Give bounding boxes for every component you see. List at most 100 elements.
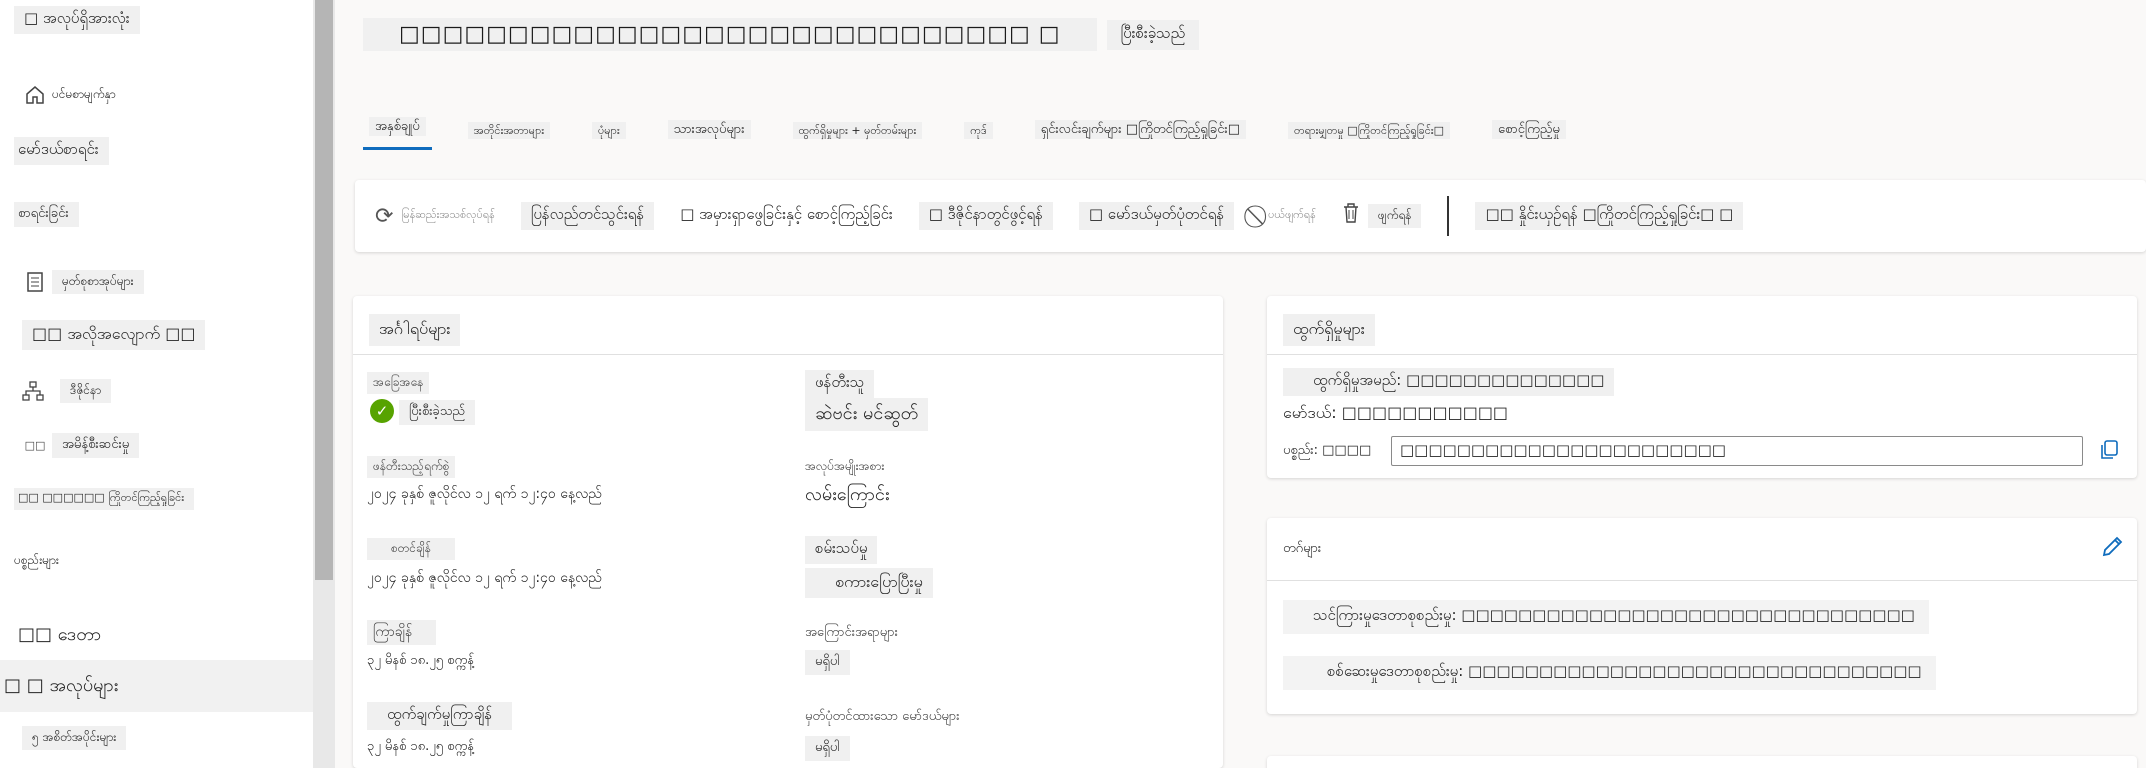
- outputs-card: ထွက်ရှိမှုများ ထွက်ရှိမှုအမည်: □□□□□□□□□…: [1267, 296, 2137, 478]
- tab-outputs-logs[interactable]: ထွက်ရှိမှုများ + မှတ်တမ်းများ: [787, 120, 929, 150]
- tab-overview[interactable]: အနှစ်ချုပ်: [363, 114, 432, 150]
- tag-validation-dataset[interactable]: စစ်ဆေးမှုဒေတာစုစည်းမှု: □□□□□□□□□□□□□□□□…: [1283, 656, 1936, 690]
- sidebar-item-label: မော်ဒယ်စာရင်း: [14, 137, 109, 165]
- resubmit-button[interactable]: ပြန်လည်တင်သွင်းရန်: [520, 202, 655, 230]
- sidebar-item-label: အမိန့်စီးဆင်းမှု: [52, 432, 140, 458]
- sidebar-item-label: □□ အလိုအလျောက် □□: [22, 320, 206, 350]
- trash-icon: [1342, 202, 1360, 230]
- output-name: ထွက်ရှိမှုအမည်: □□□□□□□□□□□□□□: [1283, 368, 1615, 396]
- tab-monitoring[interactable]: စောင့်ကြည့်မှု: [1486, 117, 1572, 150]
- sidebar-item-automl[interactable]: □□ အလိုအလျောက် □□: [22, 320, 206, 350]
- success-check-icon: ✓: [370, 399, 394, 423]
- sidebar-item-jobs-active[interactable]: □ □ အလုပ်များ: [0, 660, 313, 712]
- open-designer-button[interactable]: □ ဒီဇိုင်နာတွင်ဖွင့်ရန်: [918, 202, 1053, 230]
- properties-title: အင်္ဂါရပ်များ: [369, 314, 461, 346]
- experiment-label: စမ်းသပ်မှု: [805, 536, 878, 564]
- sidebar-item-designer[interactable]: ဒီဇိုင်နာ: [16, 376, 112, 406]
- sidebar-item-home[interactable]: ပင်မစာမျက်နှာ: [18, 80, 116, 110]
- last-duration-value: ၃၂ မိနစ် ၁၈.၂၅ စက္ကန့်: [367, 739, 474, 754]
- compare-preview-button[interactable]: □□ နှိုင်းယှဉ်ရန် □ကြိုတင်ကြည့်ရှုခြင်း□…: [1475, 202, 1744, 230]
- tab-label: ကုဒ်: [964, 122, 993, 139]
- refresh-button[interactable]: ⟳ မြန်ဆည်းအသစ်လုပ်ရန်: [375, 204, 495, 229]
- registered-models-value: မရှိပါ: [805, 736, 850, 761]
- open-designer-label: □ ဒီဇိုင်နာတွင်ဖွင့်ရန်: [918, 202, 1053, 230]
- tab-code[interactable]: ကုဒ်: [958, 120, 999, 150]
- sidebar-item-pipelines[interactable]: □□ အမိန့်စီးဆင်းမှု: [18, 430, 140, 460]
- tab-label: ပုံများ: [592, 122, 626, 139]
- sidebar-item-label: □□ ဒေတာ: [18, 624, 102, 645]
- sidebar-item-label: မှတ်စုစာအုပ်များ: [52, 270, 144, 294]
- registered-models-label: မှတ်ပုံတင်ထားသော မော်ဒယ်များ: [805, 709, 960, 724]
- tab-explanations[interactable]: ရှင်းလင်းချက်များ □ကြိုတင်ကြည့်ရှုခြင်း□: [1029, 117, 1252, 150]
- register-model-button[interactable]: □ မော်ဒယ်မှတ်ပုံတင်ရန်: [1078, 202, 1235, 230]
- tags-title: တဂ်များ: [1283, 541, 1322, 556]
- divider: [1267, 580, 2137, 581]
- tab-child-jobs[interactable]: သားအလုပ်များ: [662, 117, 757, 150]
- cancel-label: ပယ်ဖျက်ရန်: [1268, 208, 1316, 221]
- refresh-icon: ⟳: [375, 203, 394, 229]
- sidebar-item-label: ပစ္စည်းများ: [14, 553, 59, 567]
- sidebar-item-jobs[interactable]: စာရင်းခြင်း: [14, 202, 79, 227]
- sidebar-item-label: □□ □□□□□□ ကြိုတင်ကြည့်ရှုခြင်း: [14, 488, 195, 510]
- copy-icon[interactable]: [2099, 439, 2121, 463]
- sidebar-item-notebooks[interactable]: မှတ်စုစာအုပ်များ: [18, 267, 144, 297]
- refresh-label: မြန်ဆည်းအသစ်လုပ်ရန်: [401, 208, 495, 221]
- notebook-icon: [18, 267, 52, 297]
- status-label: အခြေအနေ: [367, 372, 430, 394]
- tag-training-dataset[interactable]: သင်ကြားမှုဒေတာစုစည်းမှု: □□□□□□□□□□□□□□□…: [1283, 600, 1929, 634]
- sidebar-item-label: ဒီဇိုင်နာ: [60, 379, 112, 403]
- created-value: ၂၀၂၄ ခုနှစ် ဇူလိုင်လ ၁၂ ရက် ၁၂:၄၀ နေ့လည်: [367, 486, 602, 502]
- last-duration-label: ထွက်ချက်မှုကြာချိန်: [367, 702, 513, 730]
- sidebar-all-resources[interactable]: □ အလုပ်ရှိအားလုံး: [14, 6, 140, 34]
- status-badge: ပြီးစီးခဲ့သည်: [1106, 19, 1200, 50]
- sidebar-all-resources-label: □ အလုပ်ရှိအားလုံး: [14, 6, 140, 34]
- job-type-value: လမ်းကြောင်း: [805, 484, 890, 505]
- compute-label: အကြောင်းအရာများ: [805, 625, 898, 640]
- main-content: □□□□□□□□□□□□□□□□□□□□□□□□□□□□□ □ ပြီးစီးခ…: [335, 0, 2146, 768]
- divider: [1267, 354, 2137, 355]
- toolbar: ⟳ မြန်ဆည်းအသစ်လုပ်ရန် ပြန်လည်တင်သွင်းရန်…: [355, 180, 2146, 252]
- properties-card: အင်္ဂါရပ်များ အခြေအနေ ✓ ပြီးစီးခဲ့သည် ဖန…: [353, 296, 1223, 768]
- tab-label: ရှင်းလင်းချက်များ □ကြိုတင်ကြည့်ရှုခြင်း□: [1034, 120, 1246, 139]
- creator-label: ဖန်တီးသူ: [805, 370, 875, 398]
- outputs-title: ထွက်ရှိမှုများ: [1283, 314, 1375, 346]
- tab-label: အနှစ်ချုပ်: [369, 117, 426, 136]
- tab-images[interactable]: ပုံများ: [586, 120, 632, 150]
- tags-card: တဂ်များ သင်ကြားမှုဒေတာစုစည်းမှု: □□□□□□□…: [1267, 518, 2137, 714]
- sidebar-item-label: □ □ အလုပ်များ: [4, 674, 119, 696]
- sidebar-item-models[interactable]: မော်ဒယ်စာရင်း: [14, 137, 109, 165]
- cancel-button[interactable]: ⃠ ပယ်ဖျက်ရန်: [1260, 204, 1316, 229]
- sidebar-item-data[interactable]: □□ ဒေတာ: [18, 622, 101, 649]
- status-value: ပြီးစီးခဲ့သည်: [399, 400, 475, 425]
- tab-fairness[interactable]: တရားမျှတမှု □ကြိုတင်ကြည့်ရှုခြင်း□: [1282, 120, 1456, 150]
- register-model-label: □ မော်ဒယ်မှတ်ပုံတင်ရန်: [1078, 202, 1235, 230]
- sidebar: □ အလုပ်ရှိအားလုံး ပင်မစာမျက်နှာ မော်ဒယ်စ…: [0, 0, 313, 768]
- tab-metrics[interactable]: အတိုင်းအတာများ: [462, 120, 556, 150]
- sidebar-item-label: ၅ အစိတ်အပိုင်းများ: [22, 726, 127, 750]
- home-icon: [18, 80, 52, 110]
- output-asset-label: ပစ္စည်း: □□□□: [1283, 443, 1372, 458]
- output-asset-field[interactable]: □□□□□□□□□□□□□□□□□□□□□□□: [1391, 436, 2083, 466]
- resubmit-label: ပြန်လည်တင်သွင်းရန်: [520, 202, 655, 230]
- debug-monitor-button[interactable]: □ အမှားရှာဖွေခြင်းနှင့် စောင့်ကြည့်ခြင်း: [680, 205, 893, 227]
- delete-label: ဖျက်ရန်: [1367, 204, 1422, 228]
- output-model: မော်ဒယ်: □□□□□□□□□□□: [1283, 403, 1509, 422]
- sidebar-item-assets[interactable]: ပစ္စည်းများ: [14, 552, 59, 570]
- job-type-label: အလုပ်အမျိုးအစား: [805, 459, 885, 473]
- tab-label: ထွက်ရှိမှုများ + မှတ်တမ်းများ: [792, 122, 923, 139]
- sidebar-item-label: ပင်မစာမျက်နှာ: [52, 87, 116, 101]
- sidebar-scrollbar-thumb[interactable]: [315, 0, 333, 580]
- designer-icon: [16, 376, 50, 406]
- sidebar-item-components[interactable]: ၅ အစိတ်အပိုင်းများ: [22, 726, 127, 750]
- tab-label: သားအလုပ်များ: [667, 120, 751, 139]
- sidebar-item-preview[interactable]: □□ □□□□□□ ကြိုတင်ကြည့်ရှုခြင်း: [14, 488, 195, 510]
- sidebar-scrollbar[interactable]: [313, 0, 335, 768]
- start-time-label: စတင်ချိန်: [367, 538, 455, 560]
- delete-button[interactable]: ဖျက်ရန်: [1342, 202, 1422, 230]
- tab-bar: အနှစ်ချုပ် အတိုင်းအတာများ ပုံများ သားအလု…: [363, 104, 1572, 150]
- edit-icon[interactable]: [2099, 534, 2125, 567]
- duration-label: ကြာချိန်: [367, 620, 437, 645]
- compute-value: မရှိပါ: [805, 650, 850, 675]
- page-title: □□□□□□□□□□□□□□□□□□□□□□□□□□□□□ □: [363, 18, 1097, 51]
- flow-icon: □□: [24, 438, 46, 452]
